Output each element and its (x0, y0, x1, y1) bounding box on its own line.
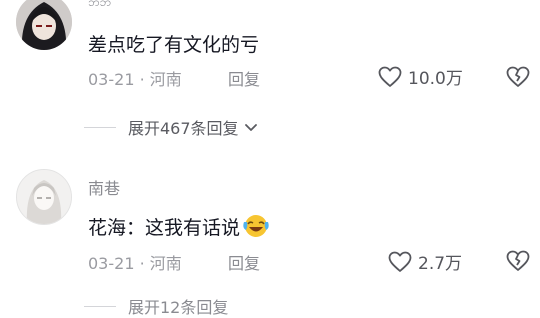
meta-separator: · (134, 254, 150, 273)
broken-heart-icon (506, 250, 530, 271)
laugh-cry-emoji-icon (242, 212, 270, 243)
like-button[interactable]: 2.7万 (388, 249, 462, 274)
avatar-image (17, 170, 71, 224)
heart-icon (388, 251, 412, 272)
comment-location: 河南 (149, 254, 182, 273)
dislike-button[interactable] (506, 250, 530, 276)
reply-button[interactable]: 回复 (228, 250, 260, 274)
divider-line (84, 126, 116, 128)
comment-date: 03-21 (88, 254, 135, 273)
comment-date: 03-21 (88, 70, 135, 89)
divider-line (84, 305, 116, 307)
chevron-down-icon (244, 124, 257, 131)
broken-heart-icon (506, 66, 530, 87)
avatar[interactable] (16, 0, 72, 50)
expand-replies-label: 展开12条回复 (128, 298, 229, 317)
meta-separator: · (134, 70, 150, 89)
heart-icon (378, 66, 402, 87)
dislike-button[interactable] (506, 66, 530, 92)
comment-location: 河南 (149, 70, 182, 89)
comment-text: 花海：这我有话说 (88, 212, 270, 243)
expand-replies-label: 展开467条回复 (128, 119, 239, 138)
expand-replies-button[interactable]: 展开12条回复 (84, 294, 228, 318)
expand-replies-button[interactable]: 展开467条回复 (84, 115, 259, 139)
like-button[interactable]: 10.0万 (378, 64, 463, 89)
avatar[interactable] (16, 169, 72, 225)
like-count: 2.7万 (418, 254, 463, 274)
comment-text-body: 花海：这我有话说 (88, 217, 241, 239)
comment-username[interactable]: ဘဘ (88, 0, 111, 12)
like-count: 10.0万 (408, 69, 463, 89)
comment-username[interactable]: 南巷 (88, 175, 120, 199)
comment-text: 差点吃了有文化的亏 (88, 34, 260, 56)
comment-meta: 03-21 · 河南 (88, 66, 182, 90)
comment-meta: 03-21 · 河南 (88, 250, 182, 274)
avatar-image (16, 0, 72, 50)
reply-button[interactable]: 回复 (228, 66, 260, 90)
